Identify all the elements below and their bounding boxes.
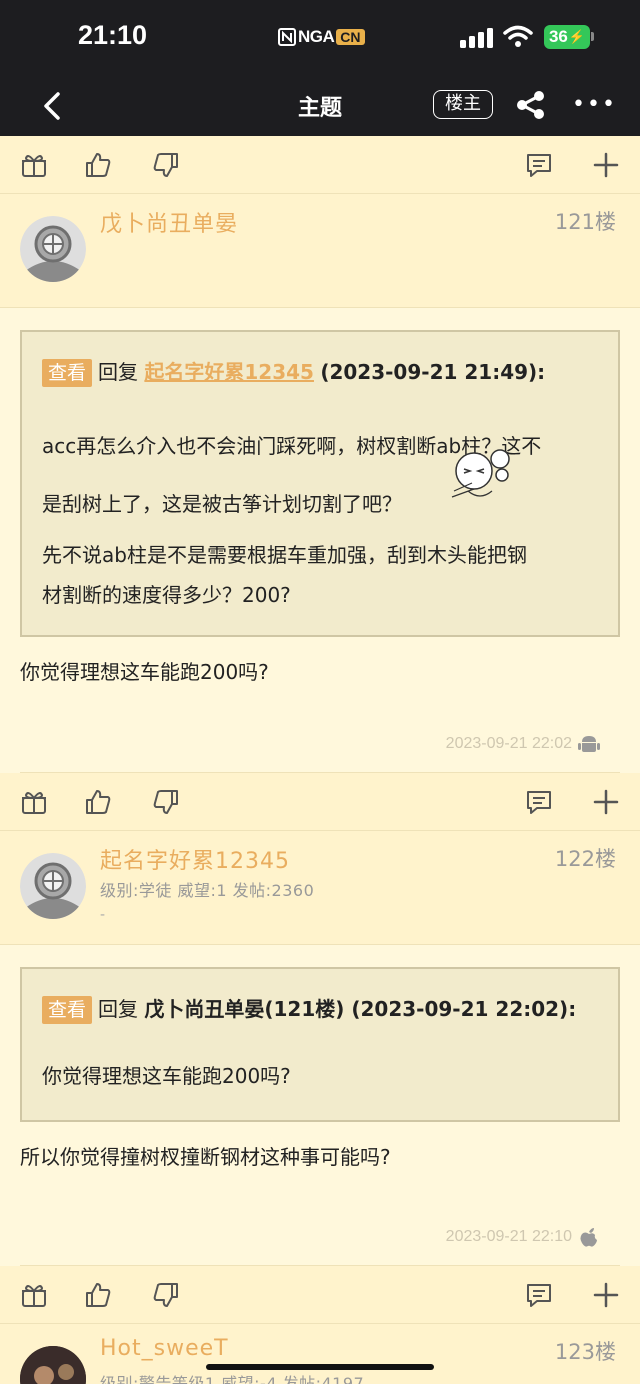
author-meta: 级别:学徒 威望:1 发帖:2360 <box>100 881 315 900</box>
reply-label: 回复 <box>98 360 139 384</box>
like-icon[interactable] <box>84 788 112 816</box>
post-header: 起名字好累12345 122楼 级别:学徒 威望:1 发帖:2360 - <box>0 831 640 945</box>
gift-icon[interactable] <box>20 151 48 179</box>
user-avatar-icon <box>20 1346 86 1384</box>
nav-bar: 主题 楼主 ••• <box>0 76 640 136</box>
gift-icon[interactable] <box>20 1281 48 1309</box>
post-time: 2023-09-21 22:02 <box>445 735 572 752</box>
author-name[interactable]: 戊卜尚丑单晏 <box>100 206 238 238</box>
wifi-icon <box>503 25 533 47</box>
quote-header: 查看 回复 戊卜尚丑单晏(121楼) (2023-09-21 22:02): <box>42 991 598 1028</box>
reply-label: 回复 <box>98 997 139 1021</box>
quote-line: 材割断的速度得多少？200? <box>42 583 291 607</box>
dislike-icon[interactable] <box>152 1281 180 1309</box>
android-icon <box>578 736 600 752</box>
view-quote-button[interactable]: 查看 <box>42 359 93 387</box>
quote-text: 你觉得理想这车能跑200吗? <box>42 1054 598 1098</box>
more-icon[interactable]: ••• <box>572 94 617 116</box>
view-quote-button[interactable]: 查看 <box>42 996 93 1024</box>
gift-icon[interactable] <box>20 788 48 816</box>
post-body: 查看 回复 起名字好累12345 (2023-09-21 21:49): acc再… <box>0 308 640 773</box>
author-signature: - <box>100 907 106 923</box>
author-name[interactable]: 起名字好累12345 <box>100 843 290 875</box>
status-time: 21:10 <box>78 20 148 50</box>
default-avatar-icon <box>20 216 86 282</box>
post-action-bar <box>0 773 640 831</box>
post-text: 所以你觉得撞树杈撞断钢材这种事可能吗? <box>20 1145 391 1169</box>
post-footer: 2023-09-21 22:10 <box>20 1212 620 1266</box>
quoted-author: 戊卜尚丑单晏(121楼) (2023-09-21 22:02): <box>144 997 577 1021</box>
quote-header: 查看 回复 起名字好累12345 (2023-09-21 21:49): <box>42 354 598 391</box>
home-indicator <box>206 1364 434 1370</box>
post-header: 戊卜尚丑单晏 121楼 <box>0 194 640 308</box>
quote-box: 查看 回复 起名字好累12345 (2023-09-21 21:49): acc再… <box>20 330 620 637</box>
quote-line: 你觉得理想这车能跑200吗? <box>42 1064 291 1088</box>
plus-icon[interactable] <box>592 1281 620 1309</box>
comment-icon[interactable] <box>525 151 553 179</box>
quote-line: 是刮树上了，这是被古筝计划切割了吧？ <box>42 449 598 533</box>
apple-icon <box>580 1228 597 1247</box>
floor-number: 121楼 <box>554 210 616 234</box>
plus-icon[interactable] <box>592 151 620 179</box>
like-icon[interactable] <box>84 1281 112 1309</box>
signal-icon <box>460 28 493 48</box>
app-logo: NGA CN <box>278 26 365 48</box>
plus-icon[interactable] <box>592 788 620 816</box>
op-only-button[interactable]: 楼主 <box>433 90 493 119</box>
default-avatar-icon <box>20 853 86 919</box>
avatar[interactable] <box>20 216 86 282</box>
nga-logo-icon <box>278 28 296 46</box>
share-icon[interactable] <box>515 90 547 120</box>
post-text: 你觉得理想这车能跑200吗? <box>20 660 269 684</box>
thread-content: 戊卜尚丑单晏 121楼 查看 回复 起名字好累12345 (2023-09-21 … <box>0 136 640 1384</box>
like-icon[interactable] <box>84 151 112 179</box>
dislike-icon[interactable] <box>152 151 180 179</box>
battery-tip <box>591 32 594 41</box>
logo-cn: CN <box>336 29 365 45</box>
author-meta: 级别:警告等级1 威望:-4 发帖:4197 <box>100 1374 365 1384</box>
avatar[interactable] <box>20 1346 86 1384</box>
quote-line-text: 是刮树上了，这是被古筝计划切割了吧？ <box>42 492 402 516</box>
dislike-icon[interactable] <box>152 788 180 816</box>
quote-box: 查看 回复 戊卜尚丑单晏(121楼) (2023-09-21 22:02): 你觉… <box>20 967 620 1122</box>
floor-number: 122楼 <box>554 847 616 871</box>
comment-icon[interactable] <box>525 1281 553 1309</box>
floor-number: 123楼 <box>554 1340 616 1364</box>
sticker-emoji-icon <box>451 449 510 498</box>
post-header: Hot_sweeT 123楼 级别:警告等级1 威望:-4 发帖:4197 <box>0 1324 640 1384</box>
comment-icon[interactable] <box>525 788 553 816</box>
author-name[interactable]: Hot_sweeT <box>100 1336 229 1361</box>
post-body: 查看 回复 戊卜尚丑单晏(121楼) (2023-09-21 22:02): 你觉… <box>0 945 640 1266</box>
quote-text: acc再怎么介入也不会油门踩死啊，树杈割断ab柱？这不 是刮树上了，这是被古筝计… <box>42 417 598 613</box>
quote-date: (2023-09-21 21:49): <box>320 360 546 384</box>
logo-text: NGA <box>298 27 335 46</box>
charging-icon: ⚡ <box>568 29 586 44</box>
status-bar: 21:10 NGA CN 36 ⚡ <box>0 0 640 76</box>
post-footer: 2023-09-21 22:02 <box>20 719 620 773</box>
quote-line: 先不说ab柱是不是需要根据车重加强，刮到木头能把钢 <box>42 543 527 567</box>
quoted-author-link[interactable]: 起名字好累12345 <box>144 360 314 384</box>
battery-indicator: 36 ⚡ <box>544 25 590 49</box>
post-time: 2023-09-21 22:10 <box>445 1228 572 1245</box>
post-action-bar <box>0 1266 640 1324</box>
post-action-bar <box>0 136 640 194</box>
avatar[interactable] <box>20 853 86 919</box>
battery-level: 36 <box>548 27 568 46</box>
